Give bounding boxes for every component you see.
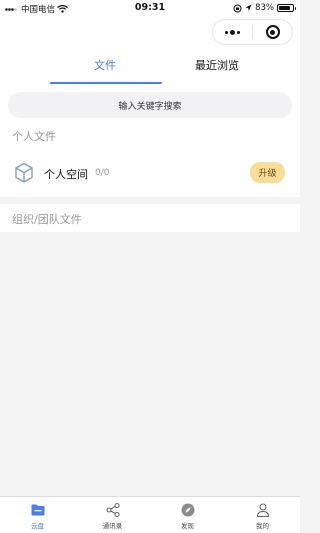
tab-cloud-drive-label: 云盘 (31, 522, 44, 530)
tab-discover-label: 发现 (181, 522, 194, 530)
section-divider (0, 197, 300, 204)
more-button[interactable] (213, 20, 252, 44)
personal-space-row[interactable]: 个人空间 0/0 升级 (0, 158, 300, 190)
org-files-title: 组织/团队文件 (12, 213, 82, 226)
tab-cloud-drive[interactable]: 云盘 (0, 497, 75, 533)
bottom-tabbar: 云盘 通讯录 发现 我的 (0, 496, 300, 533)
upgrade-button[interactable]: 升级 (250, 162, 285, 183)
personal-space-usage: 0/0 (95, 168, 110, 178)
close-icon (265, 25, 280, 39)
tab-contacts[interactable]: 通讯录 (75, 497, 150, 533)
orientation-lock-icon (233, 4, 242, 12)
tab-indicator (50, 82, 162, 84)
personal-space-name: 个人空间 (44, 168, 88, 181)
status-right: 83% (233, 3, 296, 13)
personal-files-title: 个人文件 (12, 130, 56, 143)
user-icon (256, 503, 269, 518)
share-nodes-icon (105, 502, 120, 518)
search-input[interactable]: 输入关键字搜索 (8, 92, 292, 118)
tab-me-label: 我的 (256, 522, 269, 530)
location-icon (245, 4, 252, 11)
nav-bar (0, 17, 300, 46)
tab-recent[interactable]: 最近浏览 (162, 46, 272, 84)
battery-fill (279, 6, 290, 10)
compass-icon (181, 503, 194, 517)
tab-discover[interactable]: 发现 (150, 497, 225, 533)
battery-percent: 83% (255, 3, 274, 13)
tab-bar-top: 文件 最近浏览 (0, 46, 300, 86)
cube-icon (15, 162, 33, 183)
tab-files[interactable]: 文件 (50, 46, 160, 84)
tab-contacts-label: 通讯录 (102, 522, 123, 530)
tab-me[interactable]: 我的 (225, 497, 300, 533)
battery-icon (277, 4, 296, 12)
capsule-menu (212, 19, 293, 45)
close-button[interactable] (253, 20, 292, 44)
org-files-header: 组织/团队文件 (0, 204, 300, 232)
folder-icon (31, 504, 44, 516)
status-bar: 中国电信 09:31 83% (0, 0, 300, 17)
